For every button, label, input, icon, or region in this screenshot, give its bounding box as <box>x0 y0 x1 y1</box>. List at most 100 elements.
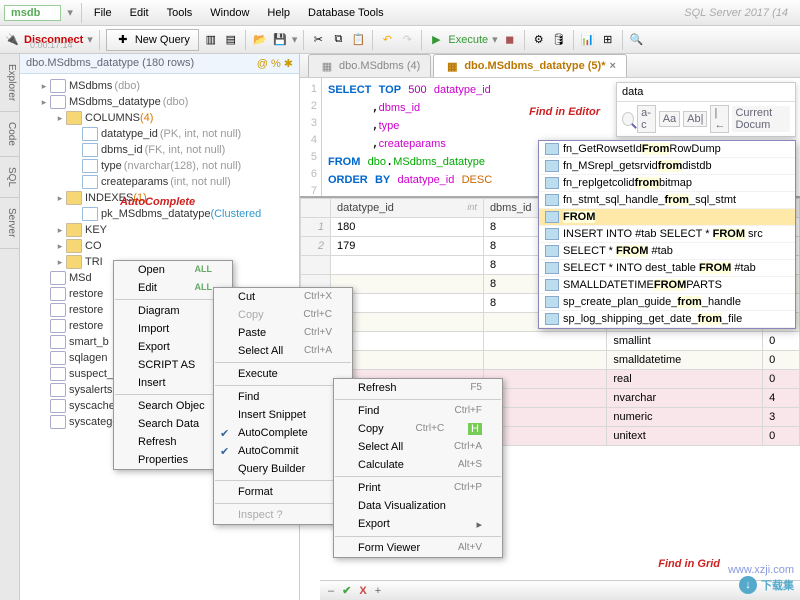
menu-edit[interactable]: Edit <box>122 3 157 23</box>
tree-row[interactable]: ▸CO <box>22 238 297 254</box>
redo-icon[interactable]: ↷ <box>399 32 415 48</box>
autocomplete-item[interactable]: SMALLDATETIMEFROMPARTS <box>539 277 795 294</box>
menu-item-select-all[interactable]: Select AllCtrl+A <box>214 342 352 360</box>
db-icon <box>50 383 66 397</box>
find-input[interactable] <box>617 83 795 102</box>
table-row[interactable]: smalldatetime0 <box>301 351 800 370</box>
autocomplete-item[interactable]: SELECT * INTO dest_table FROM #tab <box>539 260 795 277</box>
execute-button[interactable]: Execute <box>448 34 488 46</box>
menu-item-cut[interactable]: CutCtrl+X <box>214 288 352 306</box>
open-icon[interactable]: 📂 <box>252 32 268 48</box>
menu-item-autocommit[interactable]: AutoCommit <box>214 442 352 460</box>
autocomplete-item[interactable]: sp_create_plan_guide_from_handle <box>539 294 795 311</box>
plug-icon[interactable]: 🔌 <box>4 32 20 48</box>
autocomplete-item[interactable]: SELECT * FROM #tab <box>539 243 795 260</box>
new-query-button[interactable]: ✚New Query <box>106 29 199 51</box>
col-header[interactable]: datatype_idint <box>331 199 484 218</box>
autocomplete-item[interactable]: fn_stmt_sql_handle_from_sql_stmt <box>539 192 795 209</box>
menu-item-calculate[interactable]: CalculateAlt+S <box>334 456 502 474</box>
status-ok[interactable]: ✔ <box>342 584 351 597</box>
menu-item-export[interactable]: Export <box>334 515 502 534</box>
undo-icon[interactable]: ↶ <box>379 32 395 48</box>
autocomplete-item[interactable]: sp_log_shipping_get_date_from_file <box>539 311 795 328</box>
menu-item-select-all[interactable]: Select AllCtrl+A <box>334 438 502 456</box>
cut-icon[interactable]: ✂ <box>310 32 326 48</box>
save-icon[interactable]: 💾 <box>272 32 288 48</box>
menu-item-format[interactable]: Format <box>214 483 352 501</box>
paste-icon[interactable]: 📋 <box>350 32 366 48</box>
autocomplete-item[interactable]: fn_replgetcolidfrombitmap <box>539 175 795 192</box>
tree-row[interactable]: createparams (int, not null) <box>22 174 297 190</box>
search-icon[interactable] <box>622 112 634 126</box>
menu-item-copy[interactable]: CopyCtrl+CH <box>334 420 502 438</box>
tool3-icon[interactable]: 📊 <box>580 32 596 48</box>
menubar: msdb ▾ File Edit Tools Window Help Datab… <box>0 0 800 26</box>
tree-row[interactable]: ▸MSdbms_datatype (dbo) <box>22 94 297 110</box>
status-x[interactable]: X <box>359 585 366 597</box>
menu-item-paste[interactable]: PasteCtrl+V <box>214 324 352 342</box>
download-icon: ↓ <box>739 576 757 594</box>
tree-row[interactable]: ▸KEY <box>22 222 297 238</box>
tree-row[interactable]: datatype_id (PK, int, not null) <box>22 126 297 142</box>
menu-item-insert-snippet[interactable]: Insert Snippet <box>214 406 352 424</box>
find-in-editor[interactable]: a-c Aa Ab| |← Current Docum <box>616 82 796 137</box>
menu-item-find[interactable]: Find <box>214 388 352 406</box>
autocomplete-item[interactable]: INSERT INTO #tab SELECT * FROM src <box>539 226 795 243</box>
tree-row[interactable]: ▸COLUMNS (4) <box>22 110 297 126</box>
tree-row[interactable]: ▸MSdbms (dbo) <box>22 78 297 94</box>
find-opt[interactable]: |← <box>710 105 729 133</box>
menu-item-find[interactable]: FindCtrl+F <box>334 402 502 420</box>
menu-item-execute[interactable]: Execute <box>214 365 352 383</box>
tab-inactive[interactable]: ▦dbo.MSdbms (4) <box>308 54 431 77</box>
find-opt[interactable]: Ab| <box>683 111 707 127</box>
col-icon <box>82 143 98 157</box>
side-tab-explorer[interactable]: Explorer <box>0 54 19 112</box>
menu-window[interactable]: Window <box>202 3 257 23</box>
context-menu-editor[interactable]: CutCtrl+XCopyCtrl+CPasteCtrl+VSelect All… <box>213 287 353 525</box>
menu-item-refresh[interactable]: RefreshF5 <box>334 379 502 397</box>
menu-file[interactable]: File <box>86 3 120 23</box>
autocomplete-item[interactable]: fn_MSrepl_getsrvidfromdistdb <box>539 158 795 175</box>
tree-row[interactable]: pk_MSdbms_datatype (Clustered <box>22 206 297 222</box>
find-opt[interactable]: Aa <box>659 111 680 127</box>
menu-help[interactable]: Help <box>259 3 298 23</box>
db-selector[interactable]: msdb <box>4 5 61 21</box>
side-tab-code[interactable]: Code <box>0 112 19 157</box>
menu-item-data-visualization[interactable]: Data Visualization <box>334 497 502 515</box>
find-scope[interactable]: Current Docum <box>732 106 790 132</box>
table-row[interactable]: smallint0 <box>301 332 800 351</box>
tree-row[interactable]: type (nvarchar(128), not null) <box>22 158 297 174</box>
run-icon[interactable]: ▶ <box>428 32 444 48</box>
menu-item-autocomplete[interactable]: AutoComplete <box>214 424 352 442</box>
find-opt[interactable]: a-c <box>637 105 656 133</box>
autocomplete-popup[interactable]: fn_GetRowsetIdFromRowDumpfn_MSrepl_getsr… <box>538 140 796 329</box>
tree-row[interactable]: dbms_id (FK, int, not null) <box>22 142 297 158</box>
status-plus[interactable]: + <box>375 585 381 597</box>
autocomplete-item[interactable]: fn_GetRowsetIdFromRowDump <box>539 141 795 158</box>
menu-dbtools[interactable]: Database Tools <box>300 3 392 23</box>
tool1-icon[interactable]: ⚙ <box>531 32 547 48</box>
menu-tools[interactable]: Tools <box>159 3 201 23</box>
side-tab-server[interactable]: Server <box>0 198 19 248</box>
tab-active[interactable]: ▦dbo.MSdbms_datatype (5)*× <box>433 54 627 77</box>
copy-icon[interactable]: ⧉ <box>330 32 346 48</box>
layout1-icon[interactable]: ▥ <box>203 32 219 48</box>
layout2-icon[interactable]: ▤ <box>223 32 239 48</box>
new-query-label: New Query <box>135 34 190 46</box>
tool4-icon[interactable]: ⊞ <box>600 32 616 48</box>
menu-item-print[interactable]: PrintCtrl+P <box>334 479 502 497</box>
menu-item-open[interactable]: OpenALL <box>114 261 232 279</box>
db-icon <box>50 95 66 109</box>
tool2-icon[interactable]: 🛢 <box>551 32 567 48</box>
menu-item-form-viewer[interactable]: Form ViewerAlt+V <box>334 539 502 557</box>
menu-item-query-builder[interactable]: Query Builder <box>214 460 352 478</box>
context-menu-grid[interactable]: RefreshF5 FindCtrl+FCopyCtrl+CHSelect All… <box>333 378 503 558</box>
close-icon[interactable]: × <box>610 60 616 72</box>
col-icon <box>82 207 98 221</box>
status-minus[interactable]: – <box>328 585 334 597</box>
autocomplete-item[interactable]: FROM <box>539 209 795 226</box>
tool5-icon[interactable]: 🔍 <box>629 32 645 48</box>
db-icon <box>50 271 66 285</box>
side-tab-sql[interactable]: SQL <box>0 157 19 198</box>
stop-icon[interactable]: ◼ <box>502 32 518 48</box>
